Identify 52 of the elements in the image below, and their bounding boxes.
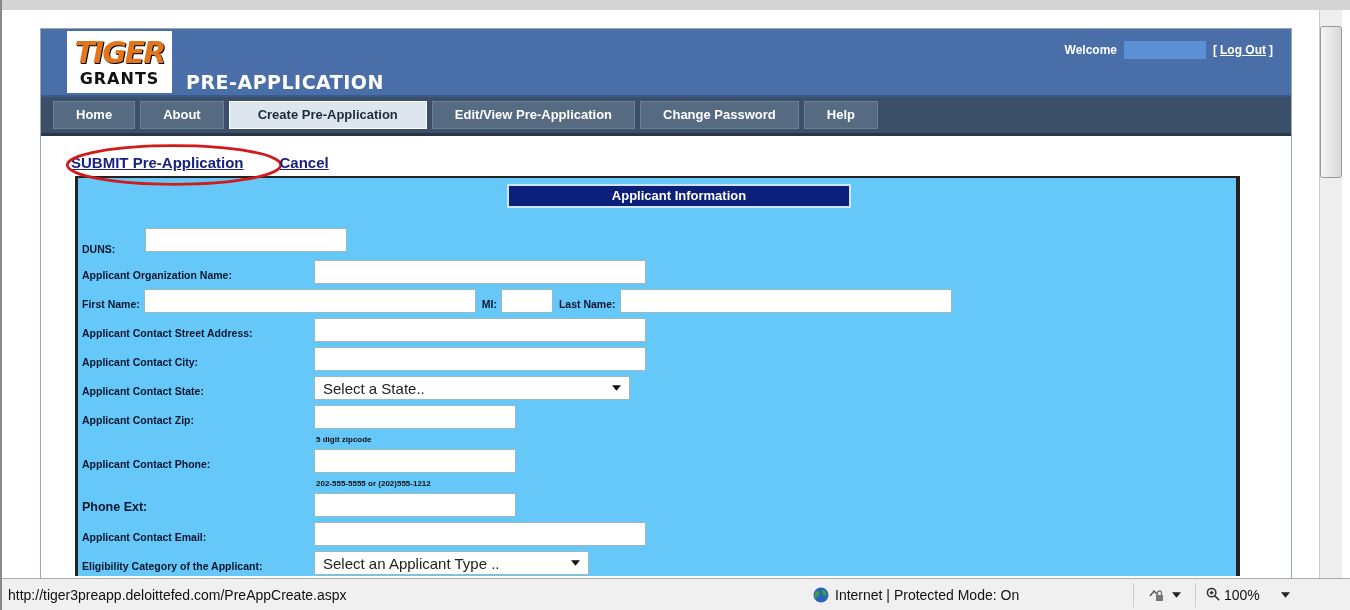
logout-link[interactable]: Log Out (1220, 43, 1266, 57)
input-field[interactable] (314, 318, 646, 342)
action-link[interactable]: Cancel (279, 154, 329, 171)
nav-tab[interactable]: Edit/View Pre-Application (431, 101, 636, 129)
scrollbar[interactable] (1319, 10, 1342, 578)
field-label: Applicant Contact Email: (82, 530, 208, 543)
field-label: Last Name: (558, 297, 616, 310)
field-label: Applicant Contact State: (82, 384, 205, 397)
field-label: Applicant Contact Zip: (82, 413, 195, 426)
zoom-icon (1206, 587, 1221, 602)
dropdown[interactable]: Select a State.. (314, 376, 630, 400)
dropdown[interactable]: Select an Applicant Type .. (314, 551, 589, 575)
caret-icon (571, 560, 580, 566)
field-label: Applicant Contact Phone: (82, 457, 212, 470)
input-field[interactable] (314, 260, 646, 284)
field-label: DUNS: (82, 242, 116, 255)
input-field[interactable] (314, 347, 646, 371)
bracket: ] (1269, 43, 1273, 57)
input-field[interactable] (619, 289, 952, 313)
input-field[interactable] (314, 493, 516, 517)
field-label: Applicant Contact Street Address: (82, 326, 254, 339)
field-label: MI: (481, 297, 497, 310)
field-label: First Name: (82, 297, 140, 310)
input-field[interactable] (314, 405, 516, 429)
site-title: PRE-APPLICATION (186, 71, 384, 93)
field-label: Eligibility Category of the Applicant: (82, 559, 264, 572)
field-hint: 5 digit zipcode (316, 435, 373, 444)
field-label: Applicant Organization Name: (82, 268, 233, 281)
security-zone: Internet | Protected Mode: On (835, 586, 1020, 603)
globe-icon (813, 586, 829, 603)
welcome-text: Welcome (1064, 43, 1117, 57)
field-label: Applicant Contact City: (82, 355, 200, 368)
bracket: [ (1213, 43, 1217, 57)
field-hint: 202-555-5555 or (202)555-1212 (316, 479, 432, 488)
caret-icon (1280, 591, 1290, 598)
nav-tab[interactable]: Home (53, 101, 136, 129)
nav-tab[interactable]: About (140, 101, 224, 129)
caret-icon (612, 385, 621, 391)
input-field[interactable] (314, 522, 646, 546)
field-label: Phone Ext: (82, 499, 149, 514)
status-url: http://tiger3preapp.deloittefed.com/PreAppCreate.aspx (8, 586, 348, 603)
input-field[interactable] (500, 289, 553, 313)
input-field[interactable] (145, 228, 348, 252)
caret-icon (1172, 591, 1181, 598)
nav-tab[interactable]: Change Password (640, 101, 799, 129)
nav-tab[interactable]: Create Pre-Application (228, 101, 427, 129)
input-field[interactable] (143, 289, 476, 313)
zoom-button[interactable]: 100% (1195, 582, 1300, 607)
input-field[interactable] (314, 449, 516, 473)
section-title: Applicant Information (507, 184, 851, 208)
logo: TIGER GRANTS (67, 31, 172, 93)
nav-tab[interactable]: Help (803, 101, 878, 129)
